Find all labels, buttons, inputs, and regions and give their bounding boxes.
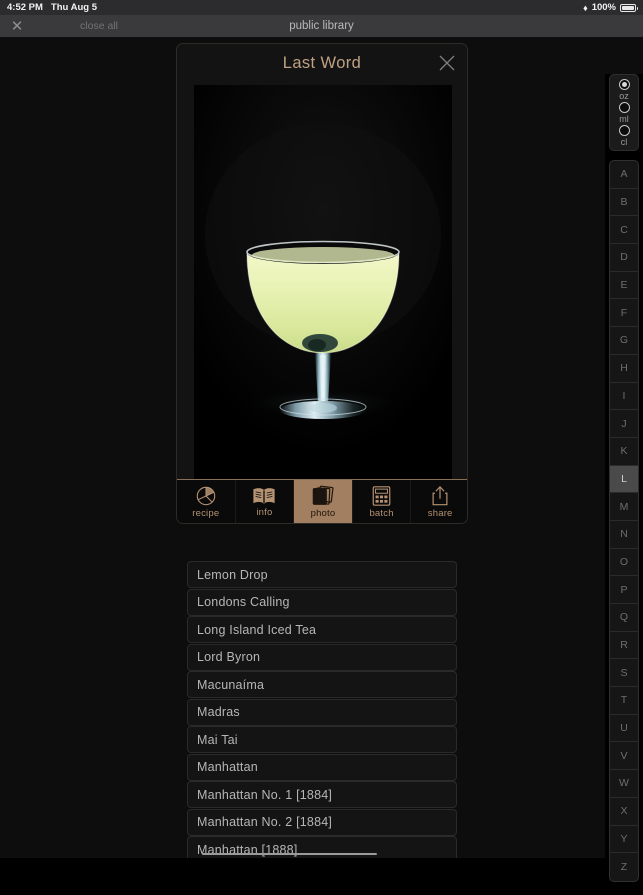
alpha-index-F[interactable]: F <box>610 299 638 328</box>
alpha-index-U[interactable]: U <box>610 715 638 743</box>
alpha-index-M[interactable]: M <box>610 493 638 521</box>
unit-option-cl[interactable]: cl <box>618 125 630 148</box>
list-item[interactable]: Macunaíma <box>187 671 457 698</box>
alpha-index-V[interactable]: V <box>610 742 638 771</box>
alpha-index-Q[interactable]: Q <box>610 604 638 632</box>
horizontal-scroll-indicator[interactable] <box>202 852 377 855</box>
tab-label: photo <box>310 507 336 519</box>
pie-chart-icon <box>196 486 216 505</box>
list-item[interactable]: Manhattan <box>187 753 457 781</box>
battery-percent: 100% <box>591 2 616 13</box>
wifi-icon: ♦ <box>583 2 588 13</box>
tab-label: recipe <box>192 507 220 519</box>
alpha-index-J[interactable]: J <box>610 410 638 438</box>
list-item-label: Macunaíma <box>197 677 265 692</box>
tab-photo[interactable]: photo <box>294 480 353 523</box>
list-item-label: Long Island Iced Tea <box>197 622 317 637</box>
tab-label: batch <box>369 507 394 519</box>
tab-share[interactable]: share <box>411 480 467 523</box>
alpha-index-Y[interactable]: Y <box>610 826 638 854</box>
tab-info[interactable]: info <box>236 480 295 523</box>
status-time: 4:52 PM <box>7 2 43 13</box>
tab-label: info <box>256 506 273 518</box>
recipe-card: Last Word recipe info photo batch share <box>176 43 468 524</box>
list-item-label: Mai Tai <box>197 732 238 747</box>
list-item[interactable]: Manhattan No. 1 [1884] <box>187 781 457 808</box>
alpha-index-C[interactable]: C <box>610 216 638 245</box>
close-all-button[interactable]: close all <box>34 20 164 32</box>
unit-option-oz[interactable]: oz <box>618 79 630 102</box>
close-x-icon[interactable] <box>437 53 457 73</box>
browser-bar: ✕ close all public library <box>0 15 643 37</box>
list-item-label: Lemon Drop <box>197 567 268 582</box>
alpha-index-N[interactable]: N <box>610 521 638 549</box>
alpha-index-A[interactable]: A <box>610 161 638 189</box>
list-item-label: Lord Byron <box>197 650 261 664</box>
unit-label: cl <box>620 137 628 147</box>
photo-stack-icon <box>312 485 334 505</box>
unit-label: ml <box>619 114 629 124</box>
list-rows: Lemon Drop Londons Calling Long Island Ice… <box>187 561 457 858</box>
cocktail-list[interactable]: Lemon Drop Londons Calling Long Island Ice… <box>187 561 457 858</box>
radio-icon[interactable] <box>618 102 630 113</box>
alpha-index-H[interactable]: H <box>610 355 638 383</box>
list-item[interactable]: Londons Calling <box>187 588 457 616</box>
close-x-icon[interactable]: ✕ <box>0 19 34 34</box>
alpha-index-D[interactable]: D <box>610 244 638 272</box>
radio-selected-icon[interactable] <box>618 79 630 90</box>
list-item-label: Manhattan No. 1 [1884] <box>197 787 333 802</box>
list-item[interactable]: Long Island Iced Tea <box>187 616 457 643</box>
list-item[interactable]: Madras <box>187 698 457 726</box>
alpha-index-X[interactable]: X <box>610 798 638 826</box>
alpha-index-G[interactable]: G <box>610 327 638 355</box>
list-item[interactable]: Mai Tai <box>187 726 457 753</box>
tab-batch[interactable]: batch <box>353 480 412 523</box>
index-rail: oz ml cl ABCDEFGHIJKLMNOPQRSTUVWXYZ <box>605 74 643 895</box>
list-item[interactable]: Manhattan No. 2 [1884] <box>187 808 457 836</box>
tab-label: share <box>427 507 453 519</box>
alpha-index-R[interactable]: R <box>610 632 638 660</box>
unit-selector[interactable]: oz ml cl <box>609 74 639 151</box>
alpha-index-O[interactable]: O <box>610 549 638 577</box>
alpha-index-E[interactable]: E <box>610 272 638 300</box>
alphabet-index[interactable]: ABCDEFGHIJKLMNOPQRSTUVWXYZ <box>609 160 639 882</box>
status-date: Thu Aug 5 <box>50 2 97 13</box>
alpha-index-I[interactable]: I <box>610 383 638 411</box>
list-item-label: Manhattan No. 2 [1884] <box>197 815 333 829</box>
card-title: Last Word <box>282 53 362 72</box>
unit-option-ml[interactable]: ml <box>618 102 630 125</box>
list-item[interactable]: Lemon Drop <box>187 561 457 588</box>
status-bar-left: 4:52 PM Thu Aug 5 <box>7 2 97 13</box>
alpha-index-K[interactable]: K <box>610 438 638 466</box>
alpha-index-T[interactable]: T <box>610 687 638 715</box>
alpha-index-B[interactable]: B <box>610 189 638 217</box>
status-bar-right: ♦ 100% <box>583 2 638 13</box>
unit-label: oz <box>619 91 629 101</box>
tab-recipe[interactable]: recipe <box>177 480 236 523</box>
list-item[interactable]: Lord Byron <box>187 643 457 671</box>
calculator-icon <box>372 485 391 506</box>
list-item-label: Madras <box>197 705 240 719</box>
battery-full-icon <box>620 3 638 12</box>
share-upload-icon <box>432 485 448 505</box>
alpha-index-Z[interactable]: Z <box>610 853 638 881</box>
cocktail-photo[interactable] <box>194 85 452 480</box>
card-toolbar: recipe info photo batch share <box>177 479 467 523</box>
card-header: Last Word <box>177 44 467 82</box>
ios-status-bar: 4:52 PM Thu Aug 5 ♦ 100% <box>0 0 643 15</box>
open-book-icon <box>253 487 276 504</box>
radio-icon[interactable] <box>618 125 630 136</box>
alpha-index-L[interactable]: L <box>610 465 638 494</box>
list-item-label: Manhattan <box>197 760 258 774</box>
list-item-label: Londons Calling <box>197 595 290 609</box>
alpha-index-S[interactable]: S <box>610 659 638 688</box>
app-body: Last Word recipe info photo batch share … <box>0 37 643 895</box>
alpha-index-P[interactable]: P <box>610 576 638 604</box>
alpha-index-W[interactable]: W <box>610 770 638 798</box>
